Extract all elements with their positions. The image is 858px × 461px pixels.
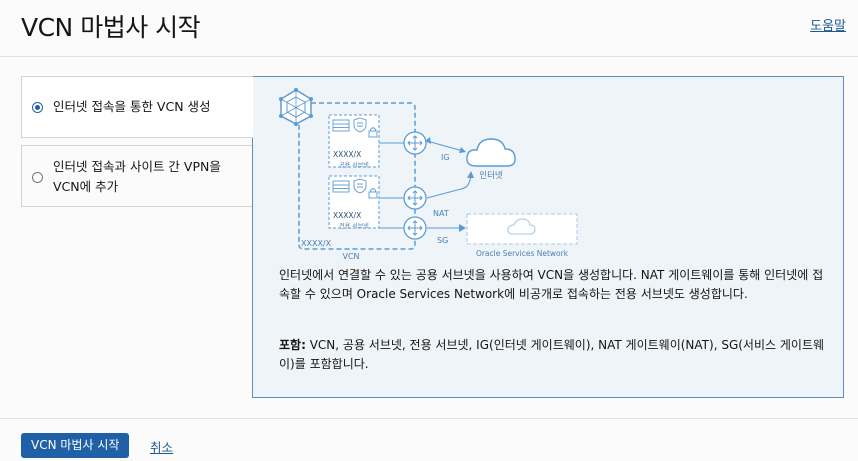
page-header: VCN 마법사 시작 도움말	[0, 0, 858, 57]
internet-label: 인터넷	[479, 170, 503, 181]
includes-label: 포함:	[279, 338, 306, 352]
private-subnet-label: 전용 서브넷	[339, 222, 369, 230]
vcn-hex-icon	[279, 88, 313, 126]
wizard-body: 인터넷 접속을 통한 VCN 생성 인터넷 접속과 사이트 간 VPN을 VCN…	[0, 57, 858, 418]
page-title: VCN 마법사 시작	[21, 13, 201, 42]
private-subnet-cidr: XXXX/X	[333, 211, 361, 220]
option-add-vpn[interactable]: 인터넷 접속과 사이트 간 VPN을 VCN에 추가	[21, 145, 253, 207]
vcn-cidr: XXXX/X	[301, 239, 332, 248]
cancel-link[interactable]: 취소	[150, 437, 173, 456]
radio-selected-icon[interactable]	[32, 101, 43, 113]
start-vcn-wizard-button[interactable]: VCN 마법사 시작	[21, 433, 130, 458]
option-includes: 포함: VCN, 공용 서브넷, 전용 서브넷, IG(인터넷 게이트웨이), …	[279, 336, 827, 374]
internet-cloud-icon	[466, 138, 516, 167]
public-subnet-cidr: XXXX/X	[333, 150, 361, 159]
public-subnet-label: 공용 서브넷	[339, 161, 369, 169]
option-create-vcn-internet[interactable]: 인터넷 접속을 통한 VCN 생성	[21, 76, 253, 138]
radio-unselected-icon[interactable]	[32, 172, 43, 183]
ig-label: IG	[441, 153, 450, 162]
sg-label: SG	[437, 236, 448, 245]
option-description: 인터넷에서 연결할 수 있는 공용 서브넷을 사용하여 VCN을 생성합니다. …	[279, 268, 824, 301]
wizard-footer: VCN 마법사 시작 취소	[0, 418, 858, 461]
vcn-label: VCN	[342, 252, 359, 261]
nat-label: NAT	[433, 209, 449, 218]
option-label: 인터넷 접속을 통한 VCN 생성	[53, 99, 211, 114]
includes-text: VCN, 공용 서브넷, 전용 서브넷, IG(인터넷 게이트웨이), NAT …	[279, 338, 825, 371]
help-link[interactable]: 도움말	[810, 15, 846, 34]
sg-gateway-icon	[403, 216, 427, 240]
network-diagram: XXXX/X VCN XXXX/X 공용 서브넷 XXXX/X 전용 서브넷 인…	[279, 88, 578, 261]
option-label: 인터넷 접속과 사이트 간 VPN을 VCN에 추가	[53, 159, 221, 194]
wizard-options: 인터넷 접속을 통한 VCN 생성 인터넷 접속과 사이트 간 VPN을 VCN…	[21, 76, 253, 207]
osn-label: Oracle Services Network	[476, 249, 569, 258]
nat-gateway-icon	[403, 186, 427, 210]
ig-gateway-icon	[403, 131, 427, 155]
option-detail-panel: XXXX/X VCN XXXX/X 공용 서브넷 XXXX/X 전용 서브넷 인…	[252, 76, 844, 398]
